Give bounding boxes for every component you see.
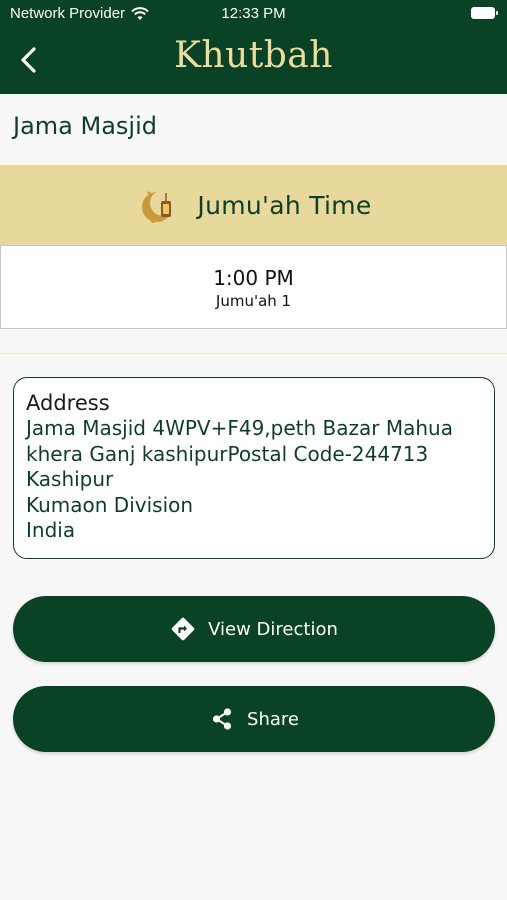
address-line: India bbox=[26, 518, 76, 542]
jumuah-name: Jumu'ah 1 bbox=[215, 292, 292, 310]
directions-icon bbox=[171, 617, 195, 641]
address-line: Kumaon Division bbox=[26, 492, 194, 517]
crescent-lantern-icon bbox=[142, 190, 177, 223]
divider bbox=[0, 353, 507, 354]
share-icon bbox=[212, 708, 232, 730]
share-label: Share bbox=[247, 708, 299, 730]
masjid-name: Jama Masjid bbox=[13, 112, 157, 140]
status-bar: Network Provider 12:33 PM bbox=[0, 0, 507, 28]
address-line: Kashipur bbox=[26, 467, 114, 491]
status-time: 12:33 PM bbox=[221, 5, 286, 22]
address-line: khera Ganj kashipurPostal Code-244713 bbox=[26, 441, 429, 466]
address-heading: Address bbox=[26, 391, 110, 415]
jumuah-time: 1:00 PM bbox=[213, 266, 294, 290]
share-button[interactable]: Share bbox=[13, 686, 495, 752]
nav-bar: Khutbah bbox=[0, 28, 507, 94]
page-title: Khutbah bbox=[174, 35, 333, 76]
jumuah-header: Jumu'ah Time bbox=[0, 165, 507, 245]
address-card: Address Jama Masjid 4WPV+F49,peth Bazar … bbox=[13, 377, 495, 559]
jumuah-header-label: Jumu'ah Time bbox=[197, 190, 372, 220]
view-direction-label: View Direction bbox=[208, 618, 338, 640]
address-line: Jama Masjid 4WPV+F49,peth Bazar Mahua bbox=[26, 416, 453, 440]
battery-icon bbox=[471, 7, 498, 19]
view-direction-button[interactable]: View Direction bbox=[13, 596, 495, 662]
jumuah-time-card: 1:00 PM Jumu'ah 1 bbox=[0, 245, 507, 329]
